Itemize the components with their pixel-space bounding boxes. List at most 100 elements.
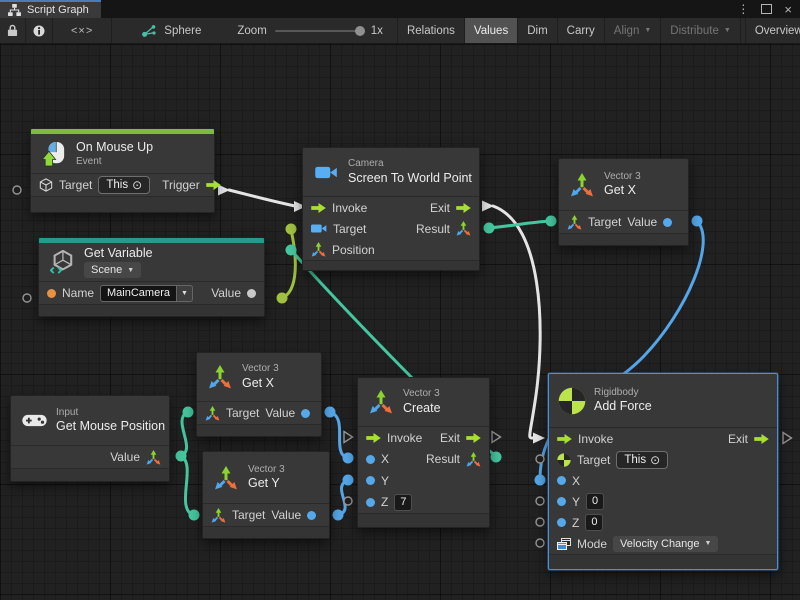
y-value-field[interactable]: 0 bbox=[586, 493, 604, 510]
graph-canvas[interactable]: On Mouse UpEvent Target This⊙ Trigger Ge… bbox=[0, 44, 800, 600]
dim-button[interactable]: Dim bbox=[518, 18, 557, 43]
target-this-field[interactable]: This⊙ bbox=[616, 451, 668, 469]
vector3-icon bbox=[206, 365, 234, 389]
node-vector3-create[interactable]: Vector 3Create Invoke Exit X Result bbox=[357, 377, 490, 528]
lock-icon bbox=[7, 24, 18, 37]
zoom-slider[interactable] bbox=[275, 30, 363, 32]
node-get-variable[interactable]: Get Variable Scene▼ Name MainCamera ▼ Va… bbox=[38, 237, 265, 317]
align-button[interactable]: Align▼ bbox=[605, 18, 662, 43]
camera-icon bbox=[312, 165, 340, 180]
wire-camera-result-to-getx[interactable] bbox=[489, 221, 551, 228]
trigger-flow-port[interactable] bbox=[206, 180, 221, 190]
script-graph-window: Script Graph ⋮ × <×> Sphere Zoom 1x Rela… bbox=[0, 0, 800, 600]
wire-mouse-to-getx-mid[interactable] bbox=[181, 412, 187, 456]
result-vector3-port[interactable] bbox=[466, 452, 481, 467]
node-get-x-mid[interactable]: Vector 3Get X Target Value bbox=[196, 352, 322, 437]
target-vector3-port[interactable] bbox=[567, 215, 582, 230]
node-title: Get Variable bbox=[84, 246, 153, 261]
node-graph-icon bbox=[142, 25, 156, 37]
node-get-y[interactable]: Vector 3Get Y Target Value bbox=[202, 451, 330, 539]
target-label: Target bbox=[59, 178, 92, 192]
info-button[interactable] bbox=[26, 18, 53, 43]
graph-toolbar: <×> Sphere Zoom 1x Relations Values Dim … bbox=[0, 18, 800, 44]
target-vector3-port[interactable] bbox=[211, 508, 226, 523]
node-on-mouse-up[interactable]: On Mouse UpEvent Target This⊙ Trigger bbox=[30, 128, 215, 213]
maximize-icon[interactable] bbox=[761, 4, 772, 14]
z-value-field[interactable]: 0 bbox=[585, 514, 603, 531]
graph-context: Sphere Zoom 1x bbox=[112, 18, 397, 43]
invoke-flow-port[interactable] bbox=[557, 434, 572, 444]
value-port[interactable] bbox=[307, 511, 316, 520]
chevron-down-icon: ▼ bbox=[176, 285, 193, 302]
node-footer bbox=[197, 424, 321, 436]
values-button[interactable]: Values bbox=[465, 18, 518, 43]
node-screen-to-world-point[interactable]: CameraScreen To World Point Invoke Exit … bbox=[302, 147, 480, 271]
chevron-down-icon: ▼ bbox=[705, 540, 712, 547]
z-value-field[interactable]: 7 bbox=[394, 494, 412, 511]
relations-button[interactable]: Relations bbox=[398, 18, 465, 43]
zoom-label: Zoom bbox=[237, 25, 266, 37]
graph-hierarchy-icon bbox=[8, 4, 21, 16]
distribute-button[interactable]: Distribute▼ bbox=[661, 18, 741, 43]
target-this-field[interactable]: This⊙ bbox=[98, 176, 150, 194]
z-port[interactable] bbox=[557, 518, 566, 527]
node-get-mouse-position[interactable]: InputGet Mouse Position Value bbox=[10, 395, 170, 482]
graph-object-label[interactable]: Sphere bbox=[164, 25, 201, 37]
carry-button[interactable]: Carry bbox=[558, 18, 605, 43]
invoke-flow-port[interactable] bbox=[366, 433, 381, 443]
node-subtitle: Event bbox=[76, 156, 153, 168]
node-title: On Mouse Up bbox=[76, 140, 153, 155]
code-preview-button[interactable]: <×> bbox=[53, 18, 112, 43]
wire-trigger-to-invoke[interactable] bbox=[229, 190, 295, 206]
x-port[interactable] bbox=[366, 455, 375, 464]
zoom-slider-handle[interactable] bbox=[355, 26, 365, 36]
value-port[interactable] bbox=[663, 218, 672, 227]
result-vector3-port[interactable] bbox=[456, 221, 471, 236]
menu-icon[interactable]: ⋮ bbox=[737, 3, 749, 15]
wire-mouse-to-gety[interactable] bbox=[181, 456, 193, 515]
wire-variable-to-camera-target[interactable] bbox=[282, 230, 295, 298]
node-add-force[interactable]: RigidbodyAdd Force Invoke Exit Target Th… bbox=[548, 373, 778, 570]
x-port[interactable] bbox=[557, 476, 566, 485]
overview-button[interactable]: Overview bbox=[745, 18, 800, 43]
y-port[interactable] bbox=[366, 476, 375, 485]
variable-scope-dropdown[interactable]: Scene▼ bbox=[84, 262, 141, 278]
exit-flow-port[interactable] bbox=[466, 433, 481, 443]
node-footer bbox=[303, 260, 479, 270]
position-vector3-port[interactable] bbox=[311, 242, 326, 257]
node-footer bbox=[549, 554, 777, 569]
value-port[interactable] bbox=[247, 289, 256, 298]
invoke-flow-port[interactable] bbox=[311, 203, 326, 213]
chevron-down-icon: ▼ bbox=[644, 27, 651, 34]
rigidbody-target-port[interactable] bbox=[557, 453, 571, 467]
tab-script-graph[interactable]: Script Graph bbox=[0, 0, 101, 18]
info-icon bbox=[33, 25, 45, 37]
object-picker-icon: ⊙ bbox=[650, 454, 660, 466]
close-icon[interactable]: × bbox=[784, 3, 792, 16]
node-footer bbox=[11, 468, 169, 481]
wire-exit-to-addforce-invoke[interactable] bbox=[493, 206, 540, 438]
value-port[interactable] bbox=[301, 409, 310, 418]
node-title: Screen To World Point bbox=[348, 171, 470, 186]
exit-flow-port[interactable] bbox=[456, 203, 471, 213]
node-footer bbox=[31, 196, 214, 212]
node-get-x-top[interactable]: Vector 3Get X Target Value bbox=[558, 158, 689, 246]
force-mode-dropdown[interactable]: Velocity Change▼ bbox=[613, 536, 718, 552]
vector3-icon bbox=[367, 390, 395, 414]
camera-target-port[interactable] bbox=[311, 223, 327, 234]
target-vector3-port[interactable] bbox=[205, 406, 220, 421]
object-picker-icon: ⊙ bbox=[132, 179, 142, 191]
value-vector3-port[interactable] bbox=[146, 450, 161, 465]
variable-name-combo[interactable]: MainCamera ▼ bbox=[100, 285, 193, 302]
node-footer bbox=[559, 233, 688, 245]
chevron-down-icon: ▼ bbox=[127, 267, 134, 274]
name-port[interactable] bbox=[47, 289, 56, 298]
exit-flow-port[interactable] bbox=[754, 434, 769, 444]
wire-gety-to-create-y[interactable] bbox=[338, 480, 348, 515]
lock-button[interactable] bbox=[0, 18, 26, 43]
y-port[interactable] bbox=[557, 497, 566, 506]
rigidbody-icon bbox=[558, 387, 586, 415]
node-footer bbox=[39, 304, 264, 316]
z-port[interactable] bbox=[366, 498, 375, 507]
wire-getxmid-to-create-x[interactable] bbox=[330, 412, 347, 458]
